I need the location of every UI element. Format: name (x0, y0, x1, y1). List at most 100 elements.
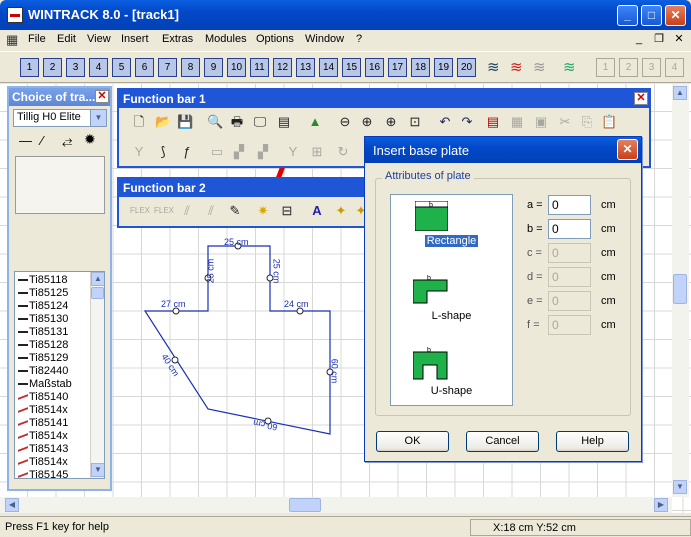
zoom-window-icon[interactable]: ⊕ (383, 114, 399, 130)
shape-l[interactable]: L-shape (391, 310, 512, 322)
list-item[interactable]: Ti85118 (18, 274, 68, 286)
scroll-down-icon[interactable]: ▼ (673, 480, 687, 494)
zoom-out-icon[interactable]: ⊖ (337, 114, 353, 130)
list-item[interactable]: Ti8514x (18, 429, 68, 442)
manufacturer-select[interactable]: Tillig H0 Elite ▼ (13, 109, 107, 127)
track-split-icon[interactable]: Y (131, 144, 147, 160)
switch-track-icon[interactable]: ⥄ (62, 133, 72, 149)
tool-gray-4-icon[interactable]: Y (285, 144, 301, 160)
text-icon[interactable]: A (309, 203, 325, 219)
base-plate-icon[interactable]: ✷ (255, 203, 271, 219)
u-shape-icon[interactable]: b (413, 347, 449, 381)
turntable-icon[interactable]: ✹ (84, 131, 96, 148)
grid-icon[interactable]: ▦ (509, 114, 525, 130)
list-icon[interactable]: ▤ (485, 114, 501, 130)
field-c-input[interactable]: 0 (548, 243, 591, 263)
horizontal-scrollbar[interactable]: ◀ ▶ (0, 497, 672, 513)
curve-track-icon[interactable]: ⁄ (41, 133, 43, 148)
flex-2-icon[interactable]: FLEX (153, 203, 175, 219)
field-e-input[interactable]: 0 (548, 291, 591, 311)
flex-icon[interactable]: FLEX (129, 203, 151, 219)
landscape-icon[interactable]: ▲ (307, 114, 323, 130)
flex-curve-icon[interactable]: ƒ (179, 144, 195, 160)
curve-tool-icon[interactable]: ⟆ (155, 144, 171, 160)
list-item[interactable]: Ti8514x (18, 455, 68, 468)
function-bar-1-close[interactable]: ✕ (634, 92, 648, 105)
l-shape-icon[interactable]: b (413, 275, 449, 305)
list-item[interactable]: Ti85125 (18, 287, 68, 299)
cancel-button[interactable]: Cancel (466, 431, 539, 452)
list-item[interactable]: Ti85143 (18, 442, 68, 455)
new-file-icon[interactable]: 🗋 (131, 114, 147, 130)
list-item[interactable]: Ti85128 (18, 339, 68, 351)
list-item[interactable]: Ti85145 (18, 468, 68, 478)
rectangle-shape-icon[interactable]: b (415, 201, 448, 231)
scroll-up-icon[interactable]: ▲ (673, 86, 687, 100)
field-d-input[interactable]: 0 (548, 267, 591, 287)
field-b-label: b = (527, 223, 543, 235)
field-e-label: e = (527, 295, 543, 307)
list-item[interactable]: Ti85124 (18, 300, 68, 312)
scroll-thumb[interactable] (91, 287, 104, 299)
status-coordinates: X:18 cm Y:52 cm (470, 519, 691, 536)
help-button[interactable]: Help (556, 431, 629, 452)
zoom-in-icon[interactable]: ⊕ (359, 114, 375, 130)
label-icon[interactable]: ✦ (333, 203, 349, 219)
monitor-icon[interactable]: 🖵 (252, 114, 268, 130)
dim-left-notch: 25 cm (205, 258, 216, 284)
shape-u[interactable]: U-shape (391, 385, 512, 397)
field-a-input[interactable]: 0 (548, 195, 591, 215)
track-list[interactable]: Ti85118 Ti85125 Ti85124 Ti85130 Ti85131 … (14, 271, 105, 479)
field-b-input[interactable]: 0 (548, 219, 591, 239)
list-item[interactable]: Ti8514x (18, 403, 68, 416)
svg-text:b: b (427, 275, 431, 282)
scroll-down-icon[interactable]: ▼ (91, 463, 104, 477)
list-item[interactable]: Ti82440 (18, 365, 68, 377)
print-preview-icon[interactable]: 🔍 (207, 114, 223, 130)
tool-4-icon[interactable]: ⫽ (203, 203, 219, 219)
dialog-close-button[interactable]: ✕ (617, 139, 638, 160)
list-item[interactable]: Ti85129 (18, 352, 68, 364)
list-item[interactable]: Ti85131 (18, 326, 68, 338)
list-scrollbar[interactable]: ▲ ▼ (90, 272, 104, 478)
redo-icon[interactable]: ↷ (459, 114, 475, 130)
dim-right-ledge: 24 cm (284, 299, 309, 309)
save-icon[interactable]: 💾 (177, 114, 193, 130)
rotate-180-icon[interactable]: ↻ (335, 144, 351, 160)
list-item[interactable]: Ti85141 (18, 416, 68, 429)
tool-gray-2-icon[interactable]: ▞ (231, 144, 247, 160)
panel-close-button[interactable]: ✕ (95, 90, 109, 103)
scroll-left-icon[interactable]: ◀ (5, 498, 19, 512)
scroll-right-icon[interactable]: ▶ (654, 498, 668, 512)
list-item[interactable]: Ti85140 (18, 390, 68, 403)
print-icon[interactable]: 🖶 (229, 114, 245, 130)
ok-button[interactable]: OK (376, 431, 449, 452)
copy-icon[interactable]: ⎘ (579, 114, 595, 130)
track-icon (18, 275, 28, 281)
shape-list[interactable]: b Rectangle b L-shape b U-shape (390, 194, 513, 406)
frame-icon[interactable]: ▣ (533, 114, 549, 130)
tool-gray-5-icon[interactable]: ⊞ (309, 144, 325, 160)
v-scroll-thumb[interactable] (673, 274, 687, 304)
field-f-input[interactable]: 0 (548, 315, 591, 335)
tool-gray-1-icon[interactable]: ▭ (209, 144, 225, 160)
measure-icon[interactable]: ✎ (227, 203, 243, 219)
tool-gray-3-icon[interactable]: ▞ (255, 144, 271, 160)
folder-box-icon[interactable]: ⊟ (279, 203, 295, 219)
shape-rectangle[interactable]: Rectangle (391, 235, 512, 247)
tool-3-icon[interactable]: ⫽ (179, 203, 195, 219)
chevron-down-icon[interactable]: ▼ (90, 110, 106, 126)
cut-icon[interactable]: ✂ (557, 114, 573, 130)
h-scroll-thumb[interactable] (289, 498, 321, 512)
zoom-fit-icon[interactable]: ⊡ (407, 114, 423, 130)
track-icon (18, 379, 28, 385)
scroll-up-icon[interactable]: ▲ (91, 272, 104, 286)
straight-track-icon[interactable]: — (19, 133, 32, 148)
paste-icon[interactable]: 📋 (601, 114, 617, 130)
list-item[interactable]: Maßstab (18, 378, 72, 390)
vertical-scrollbar[interactable]: ▲ ▼ (672, 84, 689, 497)
undo-icon[interactable]: ↶ (437, 114, 453, 130)
open-folder-icon[interactable]: 📂 (155, 114, 171, 130)
list-item[interactable]: Ti85130 (18, 313, 68, 325)
document-icon[interactable]: ▤ (276, 114, 292, 130)
